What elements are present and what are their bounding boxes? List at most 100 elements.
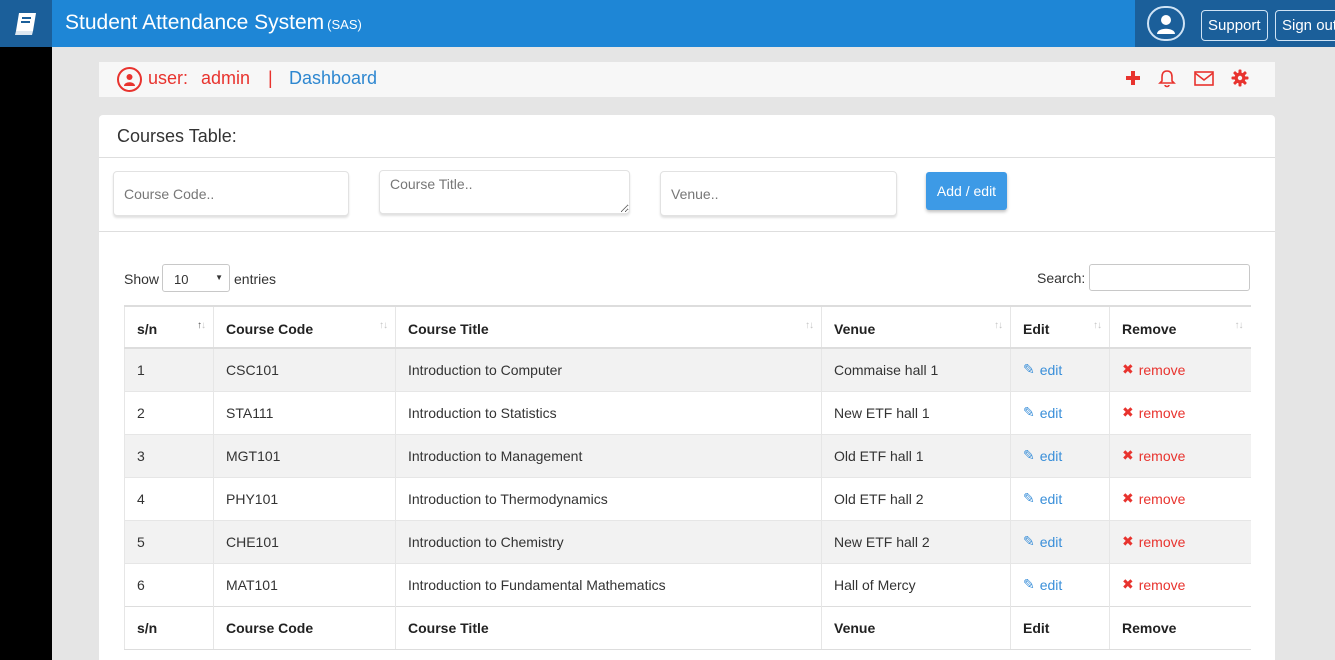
cell-sn: 4 xyxy=(124,476,214,520)
entries-value: 10 xyxy=(174,272,189,287)
table-row: 5 CHE101 Introduction to Chemistry New E… xyxy=(124,519,1251,563)
edit-link[interactable]: ✎ edit xyxy=(1023,490,1062,507)
edit-label: edit xyxy=(1039,576,1063,593)
cell-remove: ✖ remove xyxy=(1109,433,1251,477)
sidebar xyxy=(0,47,52,660)
column-header-label: Course Code xyxy=(226,321,314,337)
footer-sn: s/n xyxy=(124,605,214,650)
sort-icon: ↑↓ xyxy=(994,320,1003,331)
cell-course-code: MGT101 xyxy=(213,433,396,477)
cell-course-title: Introduction to Fundamental Mathematics xyxy=(395,562,822,606)
column-header-edit[interactable]: Edit ↑↓ xyxy=(1010,305,1110,349)
cell-sn: 6 xyxy=(124,562,214,606)
cell-remove: ✖ remove xyxy=(1109,390,1251,434)
divider xyxy=(99,157,1275,158)
edit-label: edit xyxy=(1039,447,1063,464)
column-header-label: Remove xyxy=(1122,321,1177,337)
caret-down-icon: ▼ xyxy=(215,273,223,282)
remove-link[interactable]: ✖ remove xyxy=(1122,404,1185,421)
remove-label: remove xyxy=(1138,447,1186,464)
cell-course-code: MAT101 xyxy=(213,562,396,606)
user-bar xyxy=(99,62,1275,97)
edit-link[interactable]: ✎ edit xyxy=(1023,447,1062,464)
cell-course-code: CHE101 xyxy=(213,519,396,563)
venue-input[interactable] xyxy=(660,171,897,216)
cell-edit: ✎ edit xyxy=(1010,562,1110,606)
user-circle-icon xyxy=(117,67,142,92)
search-input[interactable] xyxy=(1089,264,1250,291)
table-row: 1 CSC101 Introduction to Computer Commai… xyxy=(124,347,1251,391)
support-button[interactable]: Support xyxy=(1201,10,1268,41)
user-avatar-icon xyxy=(1157,14,1175,34)
remove-link[interactable]: ✖ remove xyxy=(1122,533,1185,550)
column-header-label: s/n xyxy=(137,321,158,337)
edit-link[interactable]: ✎ edit xyxy=(1023,533,1062,550)
plus-icon[interactable] xyxy=(1123,68,1143,88)
edit-link[interactable]: ✎ edit xyxy=(1023,404,1062,421)
column-header-remove[interactable]: Remove ↑↓ xyxy=(1109,305,1251,349)
column-header-label: Course Title xyxy=(408,321,489,337)
dashboard-link[interactable]: Dashboard xyxy=(289,68,377,89)
edit-link[interactable]: ✎ edit xyxy=(1023,361,1062,378)
cell-sn: 2 xyxy=(124,390,214,434)
sort-icon: ↑↓ xyxy=(805,320,814,331)
times-icon: ✖ xyxy=(1122,404,1134,420)
show-label: Show xyxy=(124,271,160,287)
brand-logo[interactable] xyxy=(0,0,52,47)
app-title[interactable]: Student Attendance System (SAS) xyxy=(65,11,362,35)
book-icon xyxy=(15,12,36,35)
cell-remove: ✖ remove xyxy=(1109,476,1251,520)
cell-sn: 1 xyxy=(124,347,214,391)
add-edit-button[interactable]: Add / edit xyxy=(926,172,1007,210)
bell-icon[interactable] xyxy=(1157,68,1177,88)
edit-label: edit xyxy=(1039,490,1063,507)
cell-course-code: STA111 xyxy=(213,390,396,434)
edit-icon: ✎ xyxy=(1023,490,1035,506)
sort-icon: ↑↓ xyxy=(379,320,388,331)
username: admin xyxy=(201,68,251,88)
cell-edit: ✎ edit xyxy=(1010,476,1110,520)
remove-link[interactable]: ✖ remove xyxy=(1122,361,1185,378)
remove-link[interactable]: ✖ remove xyxy=(1122,490,1185,507)
remove-link[interactable]: ✖ remove xyxy=(1122,447,1185,464)
card-title: Courses Table: xyxy=(117,126,237,146)
edit-label: edit xyxy=(1039,361,1063,378)
footer-edit: Edit xyxy=(1010,605,1110,650)
cell-venue: Old ETF hall 2 xyxy=(821,476,1011,520)
search-label: Search: xyxy=(1037,270,1086,286)
times-icon: ✖ xyxy=(1122,447,1134,463)
footer-remove: Remove xyxy=(1109,605,1251,650)
column-header-sn[interactable]: s/n ↑↓ xyxy=(124,305,214,349)
gear-icon[interactable] xyxy=(1230,68,1250,88)
remove-link[interactable]: ✖ remove xyxy=(1122,576,1185,593)
column-header-venue[interactable]: Venue ↑↓ xyxy=(821,305,1011,349)
table-row: 6 MAT101 Introduction to Fundamental Mat… xyxy=(124,562,1251,606)
column-header-course-title[interactable]: Course Title ↑↓ xyxy=(395,305,822,349)
app-subtitle: (SAS) xyxy=(327,17,362,32)
times-icon: ✖ xyxy=(1122,490,1134,506)
table-row: 2 STA111 Introduction to Statistics New … xyxy=(124,390,1251,434)
remove-label: remove xyxy=(1138,361,1186,378)
app-title-text: Student Attendance System xyxy=(65,11,325,34)
course-title-input[interactable] xyxy=(379,170,630,214)
courses-table: s/n ↑↓ Course Code ↑↓ Course Title ↑↓ Venue… xyxy=(124,305,1251,650)
cell-venue: Hall of Mercy xyxy=(821,562,1011,606)
edit-icon: ✎ xyxy=(1023,404,1035,420)
edit-link[interactable]: ✎ edit xyxy=(1023,576,1062,593)
remove-label: remove xyxy=(1138,490,1186,507)
edit-label: edit xyxy=(1039,404,1063,421)
cell-edit: ✎ edit xyxy=(1010,347,1110,391)
cell-venue: New ETF hall 2 xyxy=(821,519,1011,563)
cell-venue: Old ETF hall 1 xyxy=(821,433,1011,477)
entries-select[interactable]: 10 ▼ xyxy=(162,264,230,292)
envelope-icon[interactable] xyxy=(1194,68,1214,88)
user-avatar-button[interactable] xyxy=(1147,6,1185,41)
signout-button[interactable]: Sign out xyxy=(1275,10,1335,41)
edit-icon: ✎ xyxy=(1023,576,1035,592)
divider xyxy=(99,231,1275,232)
table-row: 4 PHY101 Introduction to Thermodynamics … xyxy=(124,476,1251,520)
cell-sn: 3 xyxy=(124,433,214,477)
footer-venue: Venue xyxy=(821,605,1011,650)
column-header-course-code[interactable]: Course Code ↑↓ xyxy=(213,305,396,349)
course-code-input[interactable] xyxy=(113,171,349,216)
